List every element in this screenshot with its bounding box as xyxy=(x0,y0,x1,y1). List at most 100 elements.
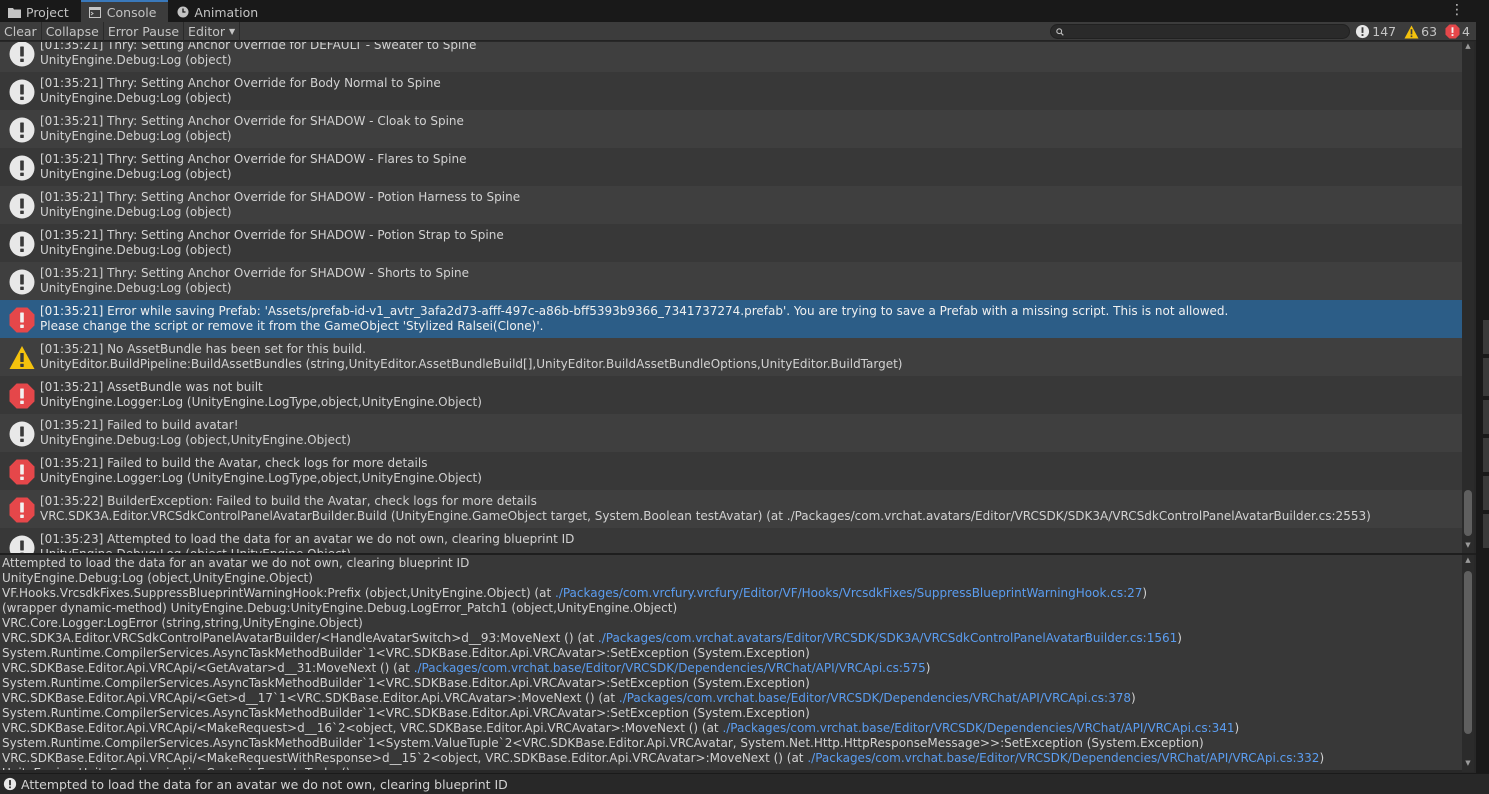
log-stacktrace-line: UnityEngine.Debug:Log (object) xyxy=(40,129,232,143)
scroll-up-arrow-icon[interactable]: ▲ xyxy=(1462,42,1474,50)
console-icon xyxy=(89,6,102,19)
log-entry-row[interactable]: [01:35:21] Thry: Setting Anchor Override… xyxy=(0,148,1462,186)
log-stacktrace-line: UnityEngine.Debug:Log (object) xyxy=(40,205,232,219)
stacktrace-text: VRC.SDKBase.Editor.Api.VRCApi/<GetAvatar… xyxy=(2,661,414,675)
log-entry-row[interactable]: [01:35:22] BuilderException: Failed to b… xyxy=(0,490,1462,528)
stacktrace-line: System.Runtime.CompilerServices.AsyncTas… xyxy=(2,736,1462,751)
log-entry-row[interactable]: [01:35:21] Error while saving Prefab: 'A… xyxy=(0,300,1462,338)
error-pause-button[interactable]: Error Pause xyxy=(104,21,185,41)
error-icon xyxy=(9,459,35,485)
stacktrace-text: ) xyxy=(1142,586,1148,600)
stacktrace-line: VF.Hooks.VrcsdkFixes.SuppressBlueprintWa… xyxy=(2,586,1462,601)
warning-counter-toggle[interactable]: 63 xyxy=(1404,24,1437,39)
source-file-link[interactable]: ./Packages/com.vrchat.base/Editor/VRCSDK… xyxy=(619,691,1131,705)
log-message: [01:35:21] Failed to build avatar! xyxy=(40,418,239,432)
log-stacktrace-line: Please change the script or remove it fr… xyxy=(40,319,544,333)
stacktrace-text: VRC.SDK3A.Editor.VRCSdkControlPanelAvata… xyxy=(2,631,598,645)
detail-scrollbar[interactable]: ▲ ▼ xyxy=(1462,555,1474,772)
stacktrace-detail-pane: Attempted to load the data for an avatar… xyxy=(0,555,1462,770)
source-file-link[interactable]: ./Packages/com.vrchat.base/Editor/VRCSDK… xyxy=(414,661,926,675)
log-message: [01:35:21] Thry: Setting Anchor Override… xyxy=(40,114,464,128)
stacktrace-line: System.Runtime.CompilerServices.AsyncTas… xyxy=(2,646,1462,661)
log-entry-row[interactable]: [01:35:21] No AssetBundle has been set f… xyxy=(0,338,1462,376)
source-file-link[interactable]: ./Packages/com.vrchat.avatars/Editor/VRC… xyxy=(598,631,1177,645)
log-entry-row[interactable]: [01:35:21] Thry: Setting Anchor Override… xyxy=(0,224,1462,262)
stacktrace-text: Attempted to load the data for an avatar… xyxy=(2,556,470,570)
log-message: [01:35:21] Thry: Setting Anchor Override… xyxy=(40,42,477,52)
search-icon xyxy=(1056,27,1064,36)
info-icon xyxy=(9,117,35,143)
info-icon xyxy=(9,79,35,105)
info-icon xyxy=(9,231,35,257)
log-entry-row[interactable]: [01:35:21] AssetBundle was not built Unit… xyxy=(0,376,1462,414)
log-stacktrace-line: UnityEngine.Debug:Log (object) xyxy=(40,281,232,295)
source-file-link[interactable]: ./Packages/com.vrcfury.vrcfury/Editor/VF… xyxy=(555,586,1142,600)
side-panel-edge xyxy=(1483,320,1489,354)
log-message: [01:35:21] Failed to build the Avatar, c… xyxy=(40,456,428,470)
log-message: [01:35:21] Thry: Setting Anchor Override… xyxy=(40,228,504,242)
clear-button[interactable]: Clear xyxy=(0,21,42,41)
status-bar[interactable]: Attempted to load the data for an avatar… xyxy=(0,773,1489,794)
console-toolbar: Clear Collapse Error Pause Editor ▼ 147 … xyxy=(0,21,1480,41)
log-stacktrace-line: UnityEngine.Logger:Log (UnityEngine.LogT… xyxy=(40,471,482,485)
tab-project[interactable]: Project xyxy=(0,0,81,22)
log-entry-row[interactable]: [01:35:21] Thry: Setting Anchor Override… xyxy=(0,186,1462,224)
stacktrace-line: VRC.SDKBase.Editor.Api.VRCApi/<MakeReque… xyxy=(2,721,1462,736)
info-counter-toggle[interactable]: 147 xyxy=(1355,24,1396,39)
log-entry-list: [01:35:21] Thry: Setting Anchor Override… xyxy=(0,42,1462,553)
editor-dropdown[interactable]: Editor ▼ xyxy=(184,21,241,41)
info-icon xyxy=(9,193,35,219)
source-file-link[interactable]: ./Packages/com.vrchat.base/Editor/VRCSDK… xyxy=(807,751,1319,765)
stacktrace-line: UnityEngine.Debug:Log (object,UnityEngin… xyxy=(2,571,1462,586)
stacktrace-text: VRC.SDKBase.Editor.Api.VRCApi/<MakeReque… xyxy=(2,721,723,735)
folder-icon xyxy=(8,6,21,19)
side-panel-edge xyxy=(1483,358,1489,396)
error-count: 4 xyxy=(1462,24,1470,39)
scroll-up-arrow-icon[interactable]: ▲ xyxy=(1462,556,1474,564)
log-message: [01:35:21] Thry: Setting Anchor Override… xyxy=(40,190,521,204)
chevron-down-icon: ▼ xyxy=(229,26,236,36)
stacktrace-text: VRC.SDKBase.Editor.Api.VRCApi/<Get>d__17… xyxy=(2,691,619,705)
stacktrace-line: VRC.SDKBase.Editor.Api.VRCApi/<Get>d__17… xyxy=(2,691,1462,706)
log-entry-row[interactable]: [01:35:21] Failed to build the Avatar, c… xyxy=(0,452,1462,490)
stacktrace-line: VRC.Core.Logger:LogError (string,string,… xyxy=(2,616,1462,631)
tab-label: Project xyxy=(26,4,69,20)
scroll-down-arrow-icon[interactable]: ▼ xyxy=(1462,759,1474,767)
log-list-scrollbar[interactable]: ▲ ▼ xyxy=(1462,42,1474,553)
side-panel-edge xyxy=(1483,514,1489,548)
stacktrace-text: ) xyxy=(1234,721,1240,735)
log-message: [01:35:21] Thry: Setting Anchor Override… xyxy=(40,266,470,280)
stacktrace-text: UnityEngine.Debug:Log (object,UnityEngin… xyxy=(2,571,313,585)
log-message: [01:35:21] No AssetBundle has been set f… xyxy=(40,342,366,356)
scrollbar-thumb[interactable] xyxy=(1464,571,1472,734)
log-entry-row[interactable]: [01:35:21] Thry: Setting Anchor Override… xyxy=(0,42,1462,72)
log-entry-row[interactable]: [01:35:21] Thry: Setting Anchor Override… xyxy=(0,262,1462,300)
info-count: 147 xyxy=(1372,24,1397,39)
log-entry-row[interactable]: [01:35:21] Thry: Setting Anchor Override… xyxy=(0,72,1462,110)
log-stacktrace-line: UnityEngine.Debug:Log (object) xyxy=(40,53,232,67)
source-file-link[interactable]: ./Packages/com.vrchat.base/Editor/VRCSDK… xyxy=(722,721,1234,735)
warning-count: 63 xyxy=(1421,24,1438,39)
stacktrace-text: System.Runtime.CompilerServices.AsyncTas… xyxy=(2,706,810,720)
stacktrace-line: Attempted to load the data for an avatar… xyxy=(2,556,1462,571)
log-entry-row[interactable]: [01:35:21] Thry: Setting Anchor Override… xyxy=(0,110,1462,148)
more-options-icon[interactable]: ⋮ xyxy=(1450,2,1464,18)
log-entry-row[interactable]: [01:35:21] Failed to build avatar! UnityE… xyxy=(0,414,1462,452)
tab-console[interactable]: Console xyxy=(80,0,169,22)
log-stacktrace-line: UnityEngine.Debug:Log (object) xyxy=(40,167,232,181)
log-entry-row[interactable]: [01:35:23] Attempted to load the data fo… xyxy=(0,528,1462,553)
scrollbar-thumb[interactable] xyxy=(1464,490,1472,536)
error-icon xyxy=(9,307,35,333)
error-counter-toggle[interactable]: 4 xyxy=(1445,24,1470,39)
stacktrace-line: System.Runtime.CompilerServices.AsyncTas… xyxy=(2,676,1462,691)
log-stacktrace-line: UnityEditor.BuildPipeline:BuildAssetBund… xyxy=(40,357,903,371)
info-icon xyxy=(1356,24,1370,39)
stacktrace-line: VRC.SDK3A.Editor.VRCSdkControlPanelAvata… xyxy=(2,631,1462,646)
collapse-button[interactable]: Collapse xyxy=(42,21,104,41)
warning-icon xyxy=(9,345,35,371)
info-icon xyxy=(9,269,35,295)
tab-animation[interactable]: Animation xyxy=(168,0,270,22)
window-right-edge xyxy=(1476,0,1489,794)
scroll-down-arrow-icon[interactable]: ▼ xyxy=(1462,541,1474,549)
search-input[interactable] xyxy=(1050,24,1350,39)
